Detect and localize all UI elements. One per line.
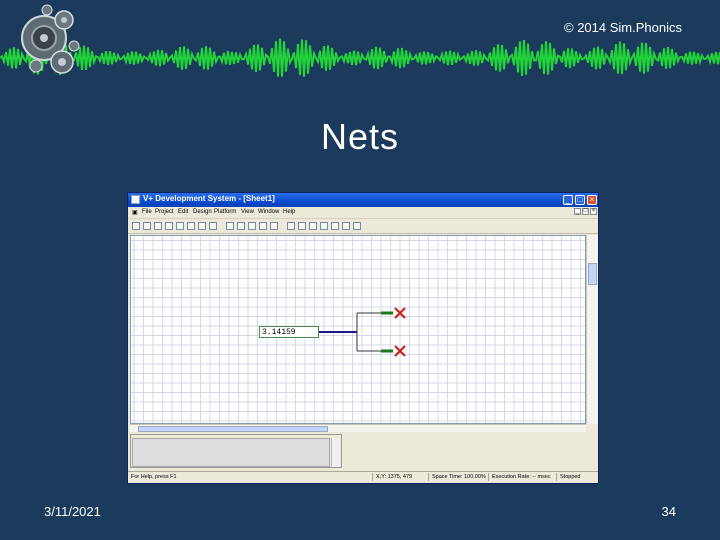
copyright-text: © 2014 Sim.Phonics	[564, 20, 682, 35]
run-icon[interactable]	[287, 222, 295, 230]
status-help: For Help, press F1	[131, 474, 177, 480]
status-state: Stopped	[560, 474, 581, 480]
child-window-icon[interactable]: ▣	[132, 209, 138, 216]
select-icon[interactable]	[237, 222, 245, 230]
audio-waveform-graphic	[0, 38, 720, 77]
menu-edit[interactable]: Edit	[178, 209, 188, 215]
new-icon[interactable]	[132, 222, 140, 230]
status-xy: X,Y: 1375, 479	[376, 474, 413, 480]
schematic-canvas[interactable]: 3.14159	[130, 235, 586, 424]
child-minimize-button[interactable]: _	[574, 208, 581, 215]
gears-logo	[21, 4, 80, 74]
print-icon[interactable]	[198, 222, 206, 230]
app-window: V+ Development System - [Sheet1] _ □ × ▣…	[127, 192, 599, 484]
app-icon[interactable]	[131, 195, 140, 204]
menu-platform[interactable]: Platform	[214, 209, 236, 215]
toolbar	[128, 219, 598, 234]
slide-title: Nets	[320, 116, 400, 157]
output-scrollbar[interactable]	[331, 438, 340, 467]
zoom-icon[interactable]	[226, 222, 234, 230]
pause-icon[interactable]	[309, 222, 317, 230]
settings-icon[interactable]	[331, 222, 339, 230]
window-title: V+ Development System - [Sheet1]	[143, 194, 275, 203]
menu-bar: ▣ File Project Edit Design Platform View…	[128, 207, 598, 219]
menu-file[interactable]: File	[142, 209, 152, 215]
minimize-button[interactable]: _	[563, 195, 573, 205]
menu-project[interactable]: Project	[155, 209, 174, 215]
child-restore-button[interactable]: □	[582, 208, 589, 215]
child-close-button[interactable]: ×	[590, 208, 597, 215]
vertical-scroll-thumb[interactable]	[588, 263, 597, 285]
menu-design[interactable]: Design	[193, 209, 212, 215]
unconnected-x-icon	[394, 307, 406, 319]
palette-icon[interactable]	[353, 222, 361, 230]
horizontal-scroll-thumb[interactable]	[138, 426, 328, 432]
menu-view[interactable]: View	[241, 209, 254, 215]
net-wires	[319, 307, 406, 357]
copy-icon[interactable]	[176, 222, 184, 230]
output-pane	[130, 434, 342, 468]
maximize-button[interactable]: □	[575, 195, 585, 205]
stop-icon[interactable]	[298, 222, 306, 230]
output-text-area[interactable]	[132, 438, 330, 467]
footer-page-number: 34	[661, 504, 676, 519]
paste-icon[interactable]	[187, 222, 195, 230]
status-bar: For Help, press F1 X,Y: 1375, 479 Space …	[128, 471, 598, 483]
footer-date: 3/11/2021	[44, 504, 101, 519]
menu-help[interactable]: Help	[283, 209, 295, 215]
close-button[interactable]: ×	[587, 195, 597, 205]
horizontal-scrollbar[interactable]	[130, 424, 586, 432]
align-icon[interactable]	[270, 222, 278, 230]
step-icon[interactable]	[320, 222, 328, 230]
status-space-time: Space Time: 100.00%	[432, 474, 486, 480]
unconnected-x-icon	[394, 345, 406, 357]
vertical-scrollbar[interactable]	[586, 235, 598, 424]
status-exec-rate: Execution Rate: -- msec	[492, 474, 551, 480]
open-icon[interactable]	[143, 222, 151, 230]
window-titlebar[interactable]: V+ Development System - [Sheet1] _ □ ×	[128, 193, 598, 207]
cut-icon[interactable]	[165, 222, 173, 230]
find-icon[interactable]	[209, 222, 217, 230]
menu-window[interactable]: Window	[258, 209, 279, 215]
header-banner: © 2014 Sim.Phonics	[0, 0, 720, 92]
delete-icon[interactable]	[259, 222, 267, 230]
rotate-icon[interactable]	[248, 222, 256, 230]
empty-panel	[344, 434, 596, 468]
save-icon[interactable]	[154, 222, 162, 230]
link-icon[interactable]	[342, 222, 350, 230]
